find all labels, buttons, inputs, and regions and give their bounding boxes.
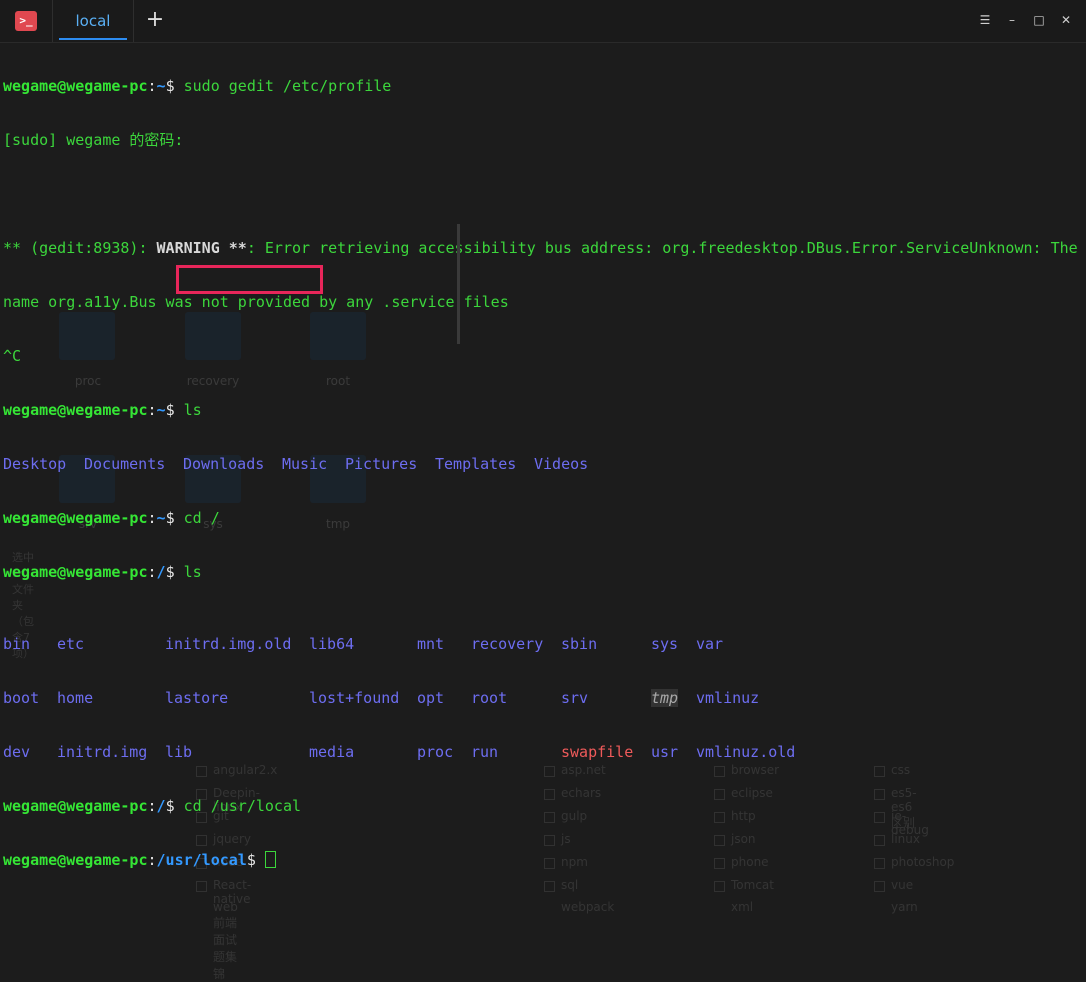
tab-local[interactable]: local [52,0,134,42]
ls-entry: initrd.img [57,743,148,761]
ls-entry: boot [3,689,40,707]
ls-entry: Pictures [345,455,418,473]
ls-entry: proc [417,743,454,761]
ls-entry: lost+found [309,689,400,707]
terminal-output[interactable]: wegame@wegame-pc:~$ sudo gedit /etc/prof… [3,41,1083,887]
title-bar: >_ local + ☰ – □ ✕ [0,0,1086,43]
list-item: xml [731,900,754,914]
ls-entry: tmp [651,689,679,707]
ls-entry: etc [57,635,85,653]
ls-entry: Music [282,455,328,473]
ls-entry: lastore [165,689,229,707]
terminal-app-icon: >_ [15,11,37,31]
ls-entry: lib [165,743,193,761]
terminal-cursor [264,851,276,868]
ls-entry: srv [561,689,589,707]
terminal-line: ^C [3,347,22,365]
ls-entry: dev [3,743,31,761]
list-item: webpack [561,900,615,914]
ls-output-home: Desktop Documents Downloads Music Pictur… [3,455,1083,473]
terminal-line: wegame@wegame-pc:~$ ls [3,401,202,419]
minimize-icon[interactable]: – [1004,12,1020,28]
list-item: web前端面试题集锦 [213,900,238,981]
ls-entry: Documents [84,455,166,473]
ls-entry: Downloads [183,455,265,473]
column-divider [457,224,460,344]
ls-entry: usr [651,743,679,761]
terminal-line: wegame@wegame-pc:/usr/local$ [3,851,1083,869]
terminal-line: wegame@wegame-pc:/$ ls [3,563,202,581]
ls-output-root-row: boot home lastore lost+found opt root sr… [3,689,1083,707]
ls-entry: home [57,689,94,707]
highlight-box [176,265,323,294]
ls-entry: bin [3,635,31,653]
ls-output-root-row: bin etc initrd.img.old lib64 mnt recover… [3,635,1083,653]
ls-entry: var [696,635,724,653]
ls-entry: initrd.img.old [165,635,292,653]
terminal-line: [sudo] wegame 的密码: [3,131,184,149]
ls-entry: mnt [417,635,445,653]
tab-active-indicator [59,38,127,40]
ls-entry: run [471,743,499,761]
ls-entry: opt [417,689,445,707]
ls-entry: sbin [561,635,598,653]
terminal-line: wegame@wegame-pc:~$ cd / [3,509,220,527]
ls-entry: media [309,743,355,761]
terminal-line: ** (gedit:8938): WARNING **: Error retri… [3,239,1078,257]
tab-label: local [75,12,111,30]
ls-entry: swapfile [561,743,634,761]
list-item: yarn [891,900,918,914]
ls-entry: Desktop [3,455,67,473]
add-tab-button[interactable]: + [138,6,172,36]
maximize-icon[interactable]: □ [1031,12,1047,28]
ls-entry: sys [651,635,679,653]
ls-entry: Templates [435,455,517,473]
terminal-line: wegame@wegame-pc:/$ cd /usr/local [3,797,302,815]
close-icon[interactable]: ✕ [1058,12,1074,28]
terminal-line: name org.a11y.Bus was not provided by an… [3,293,509,311]
terminal-line: wegame@wegame-pc:~$ sudo gedit /etc/prof… [3,77,392,95]
ls-entry: vmlinuz [696,689,760,707]
ls-entry: recovery [471,635,544,653]
ls-entry: Videos [534,455,589,473]
ls-output-root-row: dev initrd.img lib media proc run swapfi… [3,743,1083,761]
menu-icon[interactable]: ☰ [977,12,993,28]
ls-entry: root [471,689,508,707]
ls-entry: lib64 [309,635,355,653]
ls-entry: vmlinuz.old [696,743,796,761]
